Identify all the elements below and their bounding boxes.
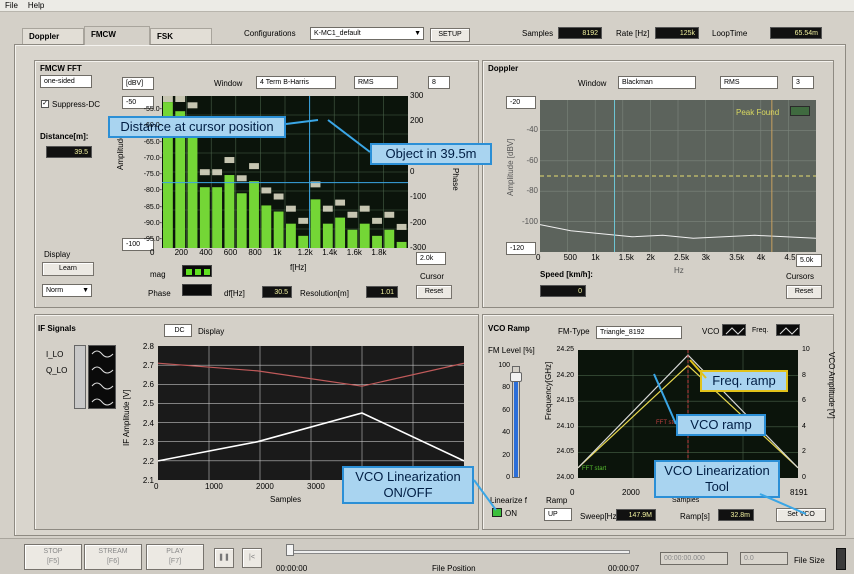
time-value: 00:00:00.000 [660, 552, 728, 565]
fft-y-tick-8: -95.0- [143, 236, 162, 243]
play-button[interactable]: PLAY [F7] [146, 544, 204, 570]
file-position-thumb[interactable] [286, 544, 294, 556]
play-key: [F7] [168, 558, 182, 565]
stop-button[interactable]: STOP [F5] [24, 544, 82, 570]
stop-key: [F5] [46, 558, 60, 565]
play-label: PLAY [166, 548, 184, 555]
skip-start-icon: |< [249, 554, 255, 561]
fft-y-tick-4: -75.0- [143, 171, 162, 178]
stream-key: [F6] [106, 558, 120, 565]
pause-button[interactable]: ❚❚ [214, 548, 234, 568]
fft-y-tick-3: -70.0- [143, 154, 162, 162]
stream-button[interactable]: STREAM [F6] [84, 544, 142, 570]
stream-label: STREAM [98, 548, 128, 555]
size-value: 0.0 [740, 552, 788, 565]
fft-y-tick-5: -80.0- [143, 187, 162, 195]
tab-fmcw[interactable]: FMCW [84, 26, 150, 45]
file-size-label: File Size [794, 556, 825, 565]
callout-connectors [285, 119, 807, 515]
fft-y-tick-0: -55.0- [143, 106, 162, 113]
rewind-button[interactable]: |< [242, 548, 262, 568]
fft-y-tick-2: -65.0- [143, 138, 162, 146]
fft-y-tick-1: -60.0- [143, 122, 162, 130]
file-position-start: 00:00:00 [276, 564, 308, 573]
file-position-label: File Position [432, 564, 476, 573]
file-position-end: 00:00:07 [608, 564, 640, 573]
stop-label: STOP [43, 548, 63, 555]
file-position-slider[interactable] [290, 550, 630, 554]
pause-icon: ❚❚ [218, 554, 230, 561]
fft-y-tick-7: -90.0- [143, 219, 162, 227]
fft-y-axis: -55.0- -60.0- -65.0- -70.0- -75.0- -80.0- -85.… [134, 106, 162, 243]
fft-y-tick-6: -85.0- [143, 203, 162, 211]
file-size-indicator [836, 548, 846, 570]
